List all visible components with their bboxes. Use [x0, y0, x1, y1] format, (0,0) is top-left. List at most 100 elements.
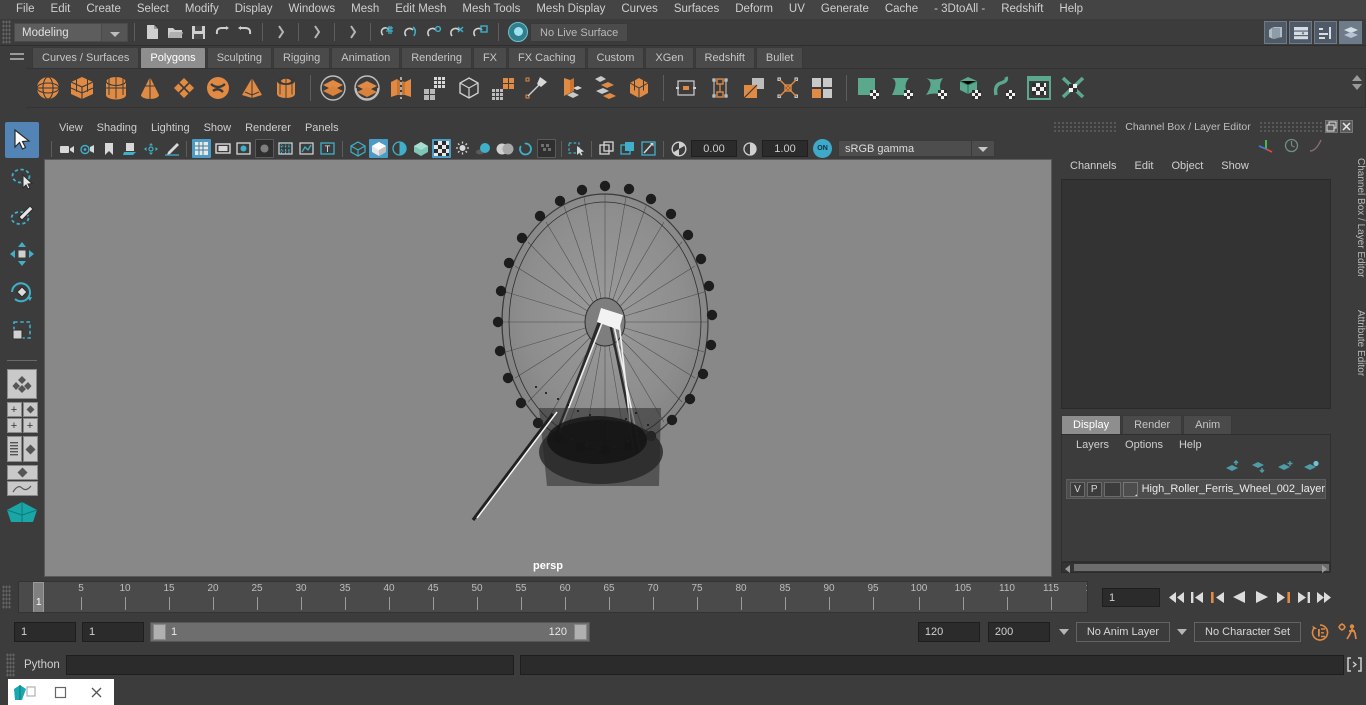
layer-type-toggle[interactable]	[1103, 481, 1121, 497]
shelf-tab-rendering[interactable]: Rendering	[401, 47, 472, 68]
viewport-menu-view[interactable]: View	[52, 122, 90, 134]
current-frame-field[interactable]: 1	[1102, 587, 1160, 607]
move-layer-down-icon[interactable]	[1251, 460, 1268, 473]
two-dimensional-pan-zoom-icon[interactable]	[141, 139, 160, 158]
animation-start-time-field[interactable]: 1	[14, 622, 76, 642]
snap-to-grid-icon[interactable]	[378, 22, 399, 43]
layer-menu-help[interactable]: Help	[1171, 439, 1210, 451]
shelf-menu-icon[interactable]	[8, 48, 26, 66]
shelf-tab-redshift[interactable]: Redshift	[694, 47, 755, 68]
offset-edge-loop-icon[interactable]	[704, 72, 735, 104]
film-gate-icon[interactable]	[213, 139, 232, 158]
poly-cylinder-icon[interactable]	[100, 72, 131, 104]
insert-edge-loop-icon[interactable]	[670, 72, 701, 104]
uv-spherical-icon[interactable]	[921, 72, 952, 104]
crease-icon[interactable]	[772, 72, 803, 104]
shaded-wireframe-icon[interactable]	[390, 139, 409, 158]
layout-outliner-pane[interactable]	[6, 436, 22, 462]
snap-to-curve-icon[interactable]	[401, 22, 422, 43]
lighting-icon[interactable]	[453, 139, 472, 158]
close-icon[interactable]	[1340, 120, 1353, 133]
command-language-label[interactable]: Python	[18, 659, 66, 671]
poly-torus-icon[interactable]	[202, 72, 233, 104]
side-tab-attribute-editor[interactable]: Attribute Editor	[1353, 278, 1366, 408]
smooth-shade-all-icon[interactable]	[369, 139, 388, 158]
viewport-menu-shading[interactable]: Shading	[90, 122, 144, 134]
color-space-field[interactable]: sRGB gamma	[838, 140, 972, 157]
redo-icon[interactable]	[234, 22, 255, 43]
menu-uv[interactable]: UV	[781, 0, 813, 19]
channel-menu-channels[interactable]: Channels	[1061, 160, 1125, 172]
combine-icon[interactable]	[385, 72, 416, 104]
paint-select-tool[interactable]	[5, 198, 39, 234]
current-time-indicator[interactable]: 1	[33, 582, 44, 612]
shelf-tab-fx[interactable]: FX	[472, 47, 508, 68]
poly-cone-icon[interactable]	[134, 72, 165, 104]
go-to-start-icon[interactable]	[1168, 590, 1185, 605]
menu-deform[interactable]: Deform	[727, 0, 781, 19]
viewport-canvas[interactable]: y z x persp	[44, 159, 1052, 577]
poly-pyramid-icon[interactable]	[236, 72, 267, 104]
use-default-material-icon[interactable]	[411, 139, 430, 158]
command-result-field[interactable]	[519, 655, 1344, 675]
shelf-tab-animation[interactable]: Animation	[331, 47, 401, 68]
viewport-menu-renderer[interactable]: Renderer	[238, 122, 298, 134]
layout-quad-bl[interactable]: +	[6, 418, 22, 433]
range-end-time-field[interactable]: 120	[917, 622, 980, 642]
shelf-tab-custom[interactable]: Custom	[586, 47, 645, 68]
anim-layer-selector[interactable]: No Anim Layer	[1075, 622, 1171, 642]
menu-redshift[interactable]: Redshift	[993, 0, 1051, 19]
gate-mask-icon[interactable]	[255, 139, 274, 158]
chevron-down-icon[interactable]	[102, 22, 128, 42]
channel-menu-edit[interactable]: Edit	[1125, 160, 1162, 172]
maya-app-icon[interactable]	[8, 679, 43, 705]
range-start-time-field[interactable]: 1	[82, 622, 144, 642]
xray-icon[interactable]	[597, 139, 616, 158]
poly-pipe-icon[interactable]	[270, 72, 301, 104]
layout-quad-tl[interactable]: +	[6, 402, 22, 417]
quad-draw-icon[interactable]	[589, 72, 620, 104]
menu-display[interactable]: Display	[227, 0, 281, 19]
chevron-down-icon[interactable]	[1172, 622, 1192, 642]
auto-keyframe-icon[interactable]	[1310, 623, 1330, 642]
range-end-handle[interactable]	[574, 624, 587, 640]
isolate-select-icon[interactable]	[567, 139, 586, 158]
mirror-icon[interactable]	[806, 72, 837, 104]
menu-create[interactable]: Create	[78, 0, 129, 19]
rotate-tool[interactable]	[5, 274, 39, 310]
shadows-icon[interactable]	[474, 139, 493, 158]
shelf-tab-fx-caching[interactable]: FX Caching	[508, 47, 586, 68]
layer-menu-layers[interactable]: Layers	[1068, 439, 1117, 451]
command-input[interactable]	[65, 655, 514, 675]
menu-modify[interactable]: Modify	[177, 0, 227, 19]
shelf-tab-curves-surfaces[interactable]: Curves / Surfaces	[32, 47, 140, 68]
smooth-icon[interactable]	[419, 72, 450, 104]
shelf-scroll-arrows[interactable]	[1350, 72, 1363, 93]
move-layer-up-icon[interactable]	[1225, 459, 1242, 473]
step-back-frame-icon[interactable]	[1210, 590, 1226, 605]
character-set-selector[interactable]: No Character Set	[1194, 622, 1301, 642]
add-divisions-icon[interactable]	[623, 72, 654, 104]
screen-space-ao-icon[interactable]	[495, 139, 514, 158]
xray-joints-icon[interactable]	[618, 139, 637, 158]
channel-menu-show[interactable]: Show	[1212, 160, 1258, 172]
safe-action-icon[interactable]	[297, 139, 316, 158]
uv-cylindrical-icon[interactable]	[887, 72, 918, 104]
layout-quad-br[interactable]: +	[22, 418, 38, 433]
step-back-keyframe-icon[interactable]	[1190, 590, 1205, 605]
camera-attributes-icon[interactable]	[78, 139, 97, 158]
poly-sphere-icon[interactable]	[32, 72, 63, 104]
exposure-field[interactable]: 0.00	[691, 140, 737, 157]
chevron-down-icon[interactable]	[1054, 622, 1074, 642]
axis-gizmo-icon[interactable]	[1258, 138, 1275, 153]
bevel-icon[interactable]	[453, 72, 484, 104]
menu-mesh-tools[interactable]: Mesh Tools	[454, 0, 528, 19]
layout-persp-pane[interactable]	[22, 436, 38, 462]
select-by-object-icon[interactable]	[306, 22, 327, 43]
panel-drag-dots-left[interactable]	[1053, 121, 1118, 132]
gamma-field[interactable]: 1.00	[762, 140, 808, 157]
grease-pencil-icon[interactable]	[162, 139, 181, 158]
layer-name[interactable]: High_Roller_Ferris_Wheel_002_layer	[1142, 483, 1325, 495]
step-forward-frame-icon[interactable]	[1275, 590, 1291, 605]
play-forwards-icon[interactable]	[1253, 589, 1270, 605]
